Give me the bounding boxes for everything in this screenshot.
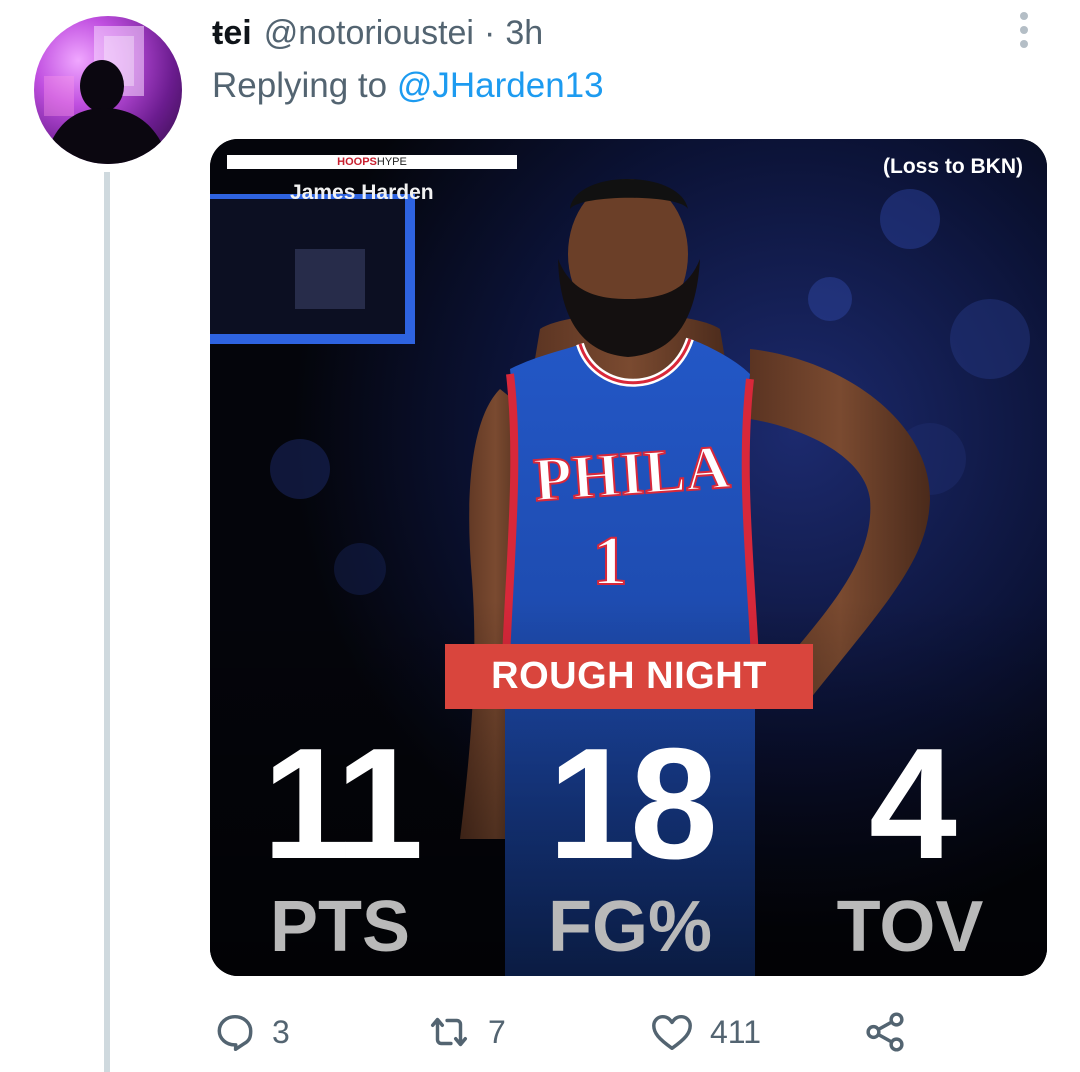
player-name: James Harden xyxy=(290,181,434,204)
reply-button[interactable]: 3 xyxy=(212,1004,290,1060)
stat-fg-percent: 18 FG% xyxy=(500,716,760,967)
separator: · xyxy=(483,13,496,52)
share-button[interactable] xyxy=(862,1004,922,1060)
user-handle[interactable]: @notorioustei xyxy=(264,14,474,53)
stat-turnovers: 4 TOV xyxy=(780,716,1040,967)
thread-line xyxy=(104,172,110,1072)
reply-prefix: Replying to xyxy=(212,66,388,105)
like-button[interactable]: 411 xyxy=(648,1004,761,1060)
brand-text: HOOPS xyxy=(337,156,377,168)
share-icon xyxy=(866,1012,904,1052)
rough-night-banner: ROUGH NIGHT xyxy=(445,644,813,709)
tweet-media-image[interactable]: PHILA 1 HOOPSHYPE James Harden (Loss to … xyxy=(210,139,1047,976)
stat-value: 18 xyxy=(548,716,718,892)
stat-label: TOV xyxy=(836,887,984,967)
reply-mention-link[interactable]: @JHarden13 xyxy=(397,66,604,105)
stat-label: FG% xyxy=(547,887,712,967)
replying-to: Replying to @JHarden13 xyxy=(212,66,604,106)
reply-icon xyxy=(217,1014,253,1051)
retweet-count: 7 xyxy=(488,1013,506,1050)
brand-suffix: HYPE xyxy=(376,156,407,168)
heart-icon xyxy=(652,1014,692,1051)
stat-label: PTS xyxy=(269,887,411,967)
timestamp[interactable]: 3h xyxy=(505,14,543,53)
stat-value: 11 xyxy=(262,716,423,892)
display-name[interactable]: ŧei xyxy=(212,14,252,53)
retweet-button[interactable]: 7 xyxy=(424,1004,506,1060)
retweet-icon xyxy=(430,1017,468,1047)
stat-points: 11 PTS xyxy=(210,716,470,967)
like-count: 411 xyxy=(710,1013,762,1050)
tweet[interactable]: ŧei @notorioustei · 3h Replying to @JHar… xyxy=(0,0,1080,1072)
avatar[interactable] xyxy=(34,16,182,164)
tweet-header: ŧei @notorioustei · 3h xyxy=(212,10,543,56)
game-result: (Loss to BKN) xyxy=(883,155,1023,178)
reply-count: 3 xyxy=(272,1013,290,1050)
more-vertical-icon[interactable] xyxy=(1004,10,1044,54)
hoopshype-logo: HOOPS HYPE xyxy=(227,155,517,169)
tweet-actions: 3 7 411 xyxy=(212,1004,932,1060)
stat-value: 4 xyxy=(869,716,957,892)
